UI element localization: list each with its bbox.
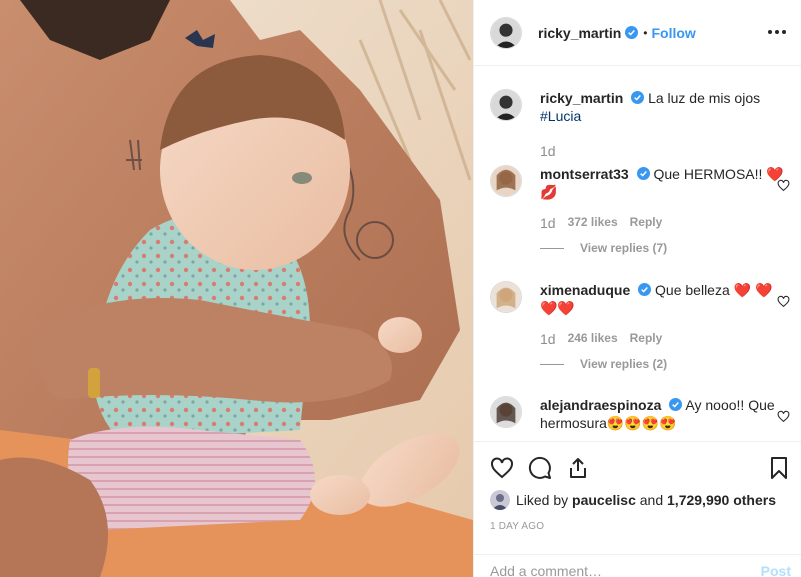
comment-item: alejandraespinoza Ay nooo!! Que hermosur… [490,396,790,432]
comment-likes[interactable]: 246 likes [568,331,618,347]
author-username[interactable]: ricky_martin [538,25,621,41]
comment-time[interactable]: 1d [540,331,556,347]
more-options-icon[interactable] [765,22,789,42]
caption-time[interactable]: 1d [540,143,556,159]
post-comment-button[interactable]: Post [761,563,791,577]
caption-username[interactable]: ricky_martin [540,90,623,106]
like-comment-heart-icon[interactable] [777,295,790,308]
post-header: ricky_martin • Follow [474,0,801,66]
comment-bubble-icon[interactable] [528,456,552,480]
comment-item: ximenaduque Que belleza ❤️ ❤️❤️❤️ 1d 246… [490,281,790,371]
comment-input[interactable] [490,563,730,577]
liker-avatar[interactable] [490,490,510,510]
commenter-avatar[interactable] [490,396,522,428]
liked-by-others[interactable]: 1,729,990 others [667,492,776,508]
comment-time[interactable]: 1d [540,215,556,231]
verified-badge-icon [625,26,639,39]
comment-username[interactable]: ximenaduque [540,282,630,298]
author-avatar[interactable] [490,16,522,49]
liked-by-user[interactable]: paucelisc [572,492,636,508]
follow-button[interactable]: Follow [651,25,695,41]
comment-username[interactable]: alejandraespinoza [540,397,661,413]
post-actions: Liked by paucelisc and 1,729,990 others … [474,441,801,577]
separator-dot: • [643,25,648,40]
commenter-avatar[interactable] [490,165,522,197]
caption: ricky_martin La luz de mis ojos #Lucia 1… [490,89,786,159]
share-icon[interactable] [566,456,590,480]
reply-button[interactable]: Reply [630,331,663,347]
liked-by-and: and [639,492,664,508]
verified-badge-icon [638,283,652,296]
caption-hashtag[interactable]: #Lucia [540,108,581,124]
commenter-avatar[interactable] [490,281,522,313]
post-panel: ricky_martin • Follow ricky_martin La lu… [473,0,801,577]
like-comment-heart-icon[interactable] [777,179,790,192]
photo-image [0,0,473,577]
reply-button[interactable]: Reply [630,215,663,231]
view-replies-button[interactable]: View replies (7) [540,241,786,255]
comment-username[interactable]: montserrat33 [540,166,629,182]
liked-by: Liked by paucelisc and 1,729,990 others [490,490,776,510]
view-replies-button[interactable]: View replies (2) [540,357,786,371]
add-comment-bar: Post [474,554,801,577]
post-photo[interactable] [0,0,473,577]
caption-text: La luz de mis ojos [648,90,761,106]
comment-likes[interactable]: 372 likes [568,215,618,231]
verified-badge-icon [636,167,650,180]
comment-item: montserrat33 Que HERMOSA!! ❤️💋 1d 372 li… [490,165,790,255]
verified-badge-icon [669,398,683,411]
comments-list[interactable]: ricky_martin La luz de mis ojos #Lucia 1… [474,67,801,441]
liked-by-prefix: Liked by [516,492,569,508]
like-heart-icon[interactable] [490,456,514,480]
caption-avatar[interactable] [490,89,522,121]
post-date[interactable]: 1 DAY AGO [490,521,544,532]
verified-badge-icon [631,91,645,104]
bookmark-icon[interactable] [767,456,791,480]
like-comment-heart-icon[interactable] [777,410,790,423]
